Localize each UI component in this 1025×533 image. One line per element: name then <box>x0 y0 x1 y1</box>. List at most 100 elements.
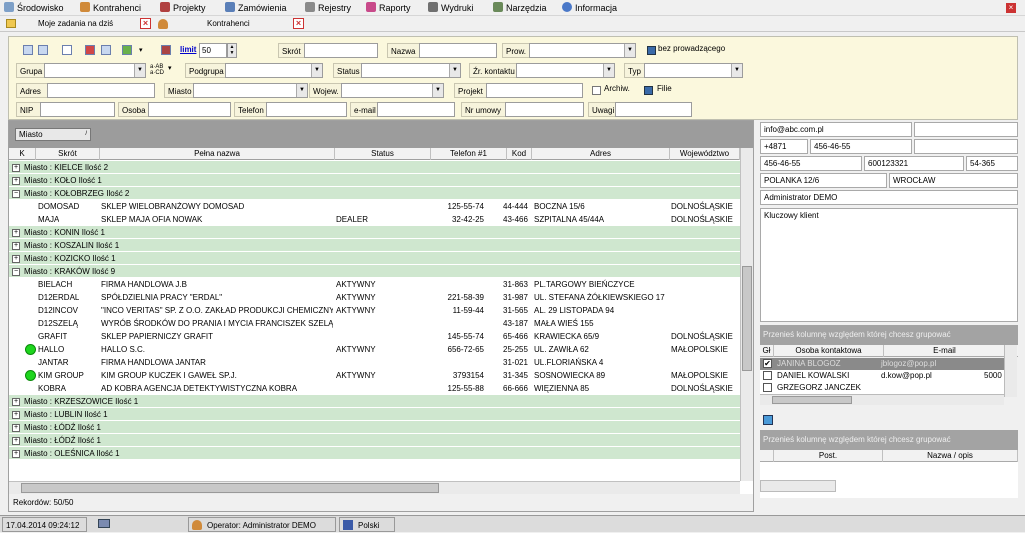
language-status[interactable]: Polski <box>339 517 395 532</box>
telefon-input[interactable] <box>266 102 347 117</box>
col-adres[interactable]: Adres <box>532 148 670 160</box>
col-pelna-nazwa[interactable]: Pełna nazwa <box>100 148 335 160</box>
chevron-down-icon[interactable]: ▾ <box>168 64 172 72</box>
nip-input[interactable] <box>40 102 115 117</box>
tab-kontrahenci[interactable]: Kontrahenci <box>207 17 250 31</box>
expand-icon[interactable]: + <box>12 398 20 406</box>
col-status[interactable]: Status <box>335 148 431 160</box>
group-row[interactable]: + Miasto : KOŁO Ilość 1 <box>9 174 740 187</box>
uwagi-input[interactable] <box>615 102 692 117</box>
horizontal-scrollbar[interactable] <box>9 481 740 494</box>
download-icon[interactable] <box>122 45 132 55</box>
checkbox-icon[interactable] <box>763 371 772 380</box>
table-row[interactable]: MAJA SKLEP MAJA OFIA NOWAK DEALER 32-42-25 4… <box>9 213 740 226</box>
group-row[interactable]: + Miasto : ŁÓDŹ Ilość 1 <box>9 421 740 434</box>
close-tab-icon[interactable]: × <box>293 18 304 29</box>
osoba-input[interactable] <box>148 102 231 117</box>
calendar-icon[interactable] <box>161 45 171 55</box>
abcd-sort-icon[interactable]: a·AB a·CD <box>150 64 164 76</box>
group-row[interactable]: + Miasto : KOZICKO Ilość 1 <box>9 252 740 265</box>
nr-umowy-input[interactable] <box>505 102 584 117</box>
wojew-select[interactable]: ▼ <box>341 83 444 98</box>
col-nazwa-opis[interactable]: Nazwa / opis <box>883 450 1018 462</box>
expand-icon[interactable]: + <box>12 437 20 445</box>
group-row[interactable]: + Miasto : OLEŚNICA Ilość 1 <box>9 447 740 460</box>
menu-wydruki[interactable]: Wydruki <box>428 2 473 14</box>
table-row[interactable]: D12SZELĄ WYRÓB ŚRODKÓW DO PRANIA I MYCIA … <box>9 317 740 330</box>
group-row[interactable]: + Miasto : LUBLIN Ilość 1 <box>9 408 740 421</box>
chevron-down-icon[interactable]: ▾ <box>139 46 143 54</box>
limit-spinner[interactable]: ▲ ▼ <box>227 43 237 58</box>
col-wojewodztwo[interactable]: Województwo <box>670 148 740 160</box>
table-row[interactable]: DOMOSAD SKLEP WIELOBRANŻOWY DOMOSAD 125-55… <box>9 200 740 213</box>
table-row[interactable]: D12INCOV "INCO VERITAS" SP. Z O.O. ZAKŁAD… <box>9 304 740 317</box>
detail-note[interactable]: Kluczowy klient <box>760 208 1018 322</box>
contacts-vscroll[interactable] <box>1004 345 1017 397</box>
checkbox-icon[interactable] <box>647 46 656 55</box>
typ-select[interactable]: ▼ <box>644 63 743 78</box>
export-icon[interactable] <box>101 45 111 55</box>
col-post[interactable]: Post. <box>774 450 883 462</box>
podgrupa-select[interactable]: ▼ <box>225 63 323 78</box>
col-k[interactable]: K <box>9 148 36 160</box>
table-row[interactable]: BIELACH FIRMA HANDLOWA J.B AKTYWNY 31-863 PL… <box>9 278 740 291</box>
status-select[interactable]: ▼ <box>361 63 461 78</box>
tab-moje-zadania[interactable]: Moje zadania na dziś <box>38 17 113 31</box>
table-row[interactable]: JANTAR FIRMA HANDLOWA JANTAR 31-021 UL.FLOR… <box>9 356 740 369</box>
col-telefon[interactable]: Telefon #1 <box>431 148 507 160</box>
new-document-icon[interactable] <box>62 45 72 55</box>
grupa-select[interactable]: ▼ <box>44 63 146 78</box>
group-row[interactable]: − Miasto : KOŁOBRZEG Ilość 2 <box>9 187 740 200</box>
expand-icon[interactable]: + <box>12 450 20 458</box>
collapse-icon[interactable]: − <box>12 268 20 276</box>
table-row[interactable]: GRAFIT SKLEP PAPIERNICZY GRAFIT 145-55-74 6… <box>9 330 740 343</box>
delete-icon[interactable] <box>85 45 95 55</box>
prow-select[interactable]: ▼ <box>529 43 636 58</box>
checkbox-icon[interactable] <box>592 86 601 95</box>
menu-informacja[interactable]: Informacja <box>562 2 617 14</box>
skrot-input[interactable] <box>304 43 378 58</box>
expand-icon[interactable]: + <box>12 411 20 419</box>
zrodlo-select[interactable]: ▼ <box>516 63 615 78</box>
expand-icon[interactable]: + <box>12 242 20 250</box>
group-row[interactable]: + Miasto : KONIN Ilość 1 <box>9 226 740 239</box>
menu-raporty[interactable]: Raporty <box>366 2 411 14</box>
grid-icon[interactable] <box>38 45 48 55</box>
menu-zamowienia[interactable]: Zamówienia <box>225 2 287 14</box>
close-window-icon[interactable]: × <box>1006 3 1016 13</box>
keyboard-icon[interactable] <box>98 519 110 528</box>
limit-link[interactable]: limit <box>180 45 196 54</box>
menu-narzedzia[interactable]: Narzędzia <box>493 2 547 14</box>
nazwa-input[interactable] <box>419 43 497 58</box>
collapse-icon[interactable]: − <box>12 190 20 198</box>
col-skrot[interactable]: Skrót <box>36 148 100 160</box>
expand-icon[interactable]: + <box>12 229 20 237</box>
menu-projekty[interactable]: Projekty <box>160 2 206 14</box>
contact-row[interactable]: ✔ JANINA BLOGOZ jblogoz@pop.pl <box>760 358 1004 370</box>
group-row[interactable]: + Miasto : KIELCE Ilość 2 <box>9 161 740 174</box>
col-gl[interactable]: Gł <box>760 345 774 357</box>
expand-icon[interactable]: + <box>12 424 20 432</box>
scroll-thumb[interactable] <box>742 266 752 371</box>
table-row[interactable]: KIM GROUP KIM GROUP KUCZEK I GAWEŁ SP.J. A… <box>9 369 740 382</box>
contact-row[interactable]: GRZEGORZ JANCZEK <box>760 382 1004 394</box>
checkbox-icon[interactable]: ✔ <box>763 359 772 368</box>
vertical-scrollbar[interactable] <box>740 148 753 481</box>
adres-input[interactable] <box>47 83 155 98</box>
checkbox-icon[interactable] <box>644 86 653 95</box>
table-row[interactable]: KOBRA AD KOBRA AGENCJA DETEKTYWISTYCZNA K… <box>9 382 740 395</box>
group-row[interactable]: + Miasto : KRZESZOWICE Ilość 1 <box>9 395 740 408</box>
expand-icon[interactable]: + <box>12 164 20 172</box>
group-row[interactable]: + Miasto : ŁÓDŹ Ilość 1 <box>9 434 740 447</box>
refresh-icon[interactable] <box>763 415 773 425</box>
checkbox-icon[interactable] <box>763 383 772 392</box>
close-tab-icon[interactable]: × <box>140 18 151 29</box>
menu-srodowisko[interactable]: Środowisko <box>4 2 64 14</box>
limit-input[interactable]: 50 <box>199 43 227 58</box>
branches-hscroll[interactable] <box>760 480 836 492</box>
contacts-hscroll[interactable] <box>760 394 1004 405</box>
group-row[interactable]: + Miasto : KOSZALIN Ilość 1 <box>9 239 740 252</box>
contact-row[interactable]: DANIEL KOWALSKI d.kow@pop.pl 5000 <box>760 370 1004 382</box>
table-row[interactable]: D12ERDAL SPÓŁDZIELNIA PRACY "ERDAL" AKTYWN… <box>9 291 740 304</box>
expand-icon[interactable]: + <box>12 255 20 263</box>
